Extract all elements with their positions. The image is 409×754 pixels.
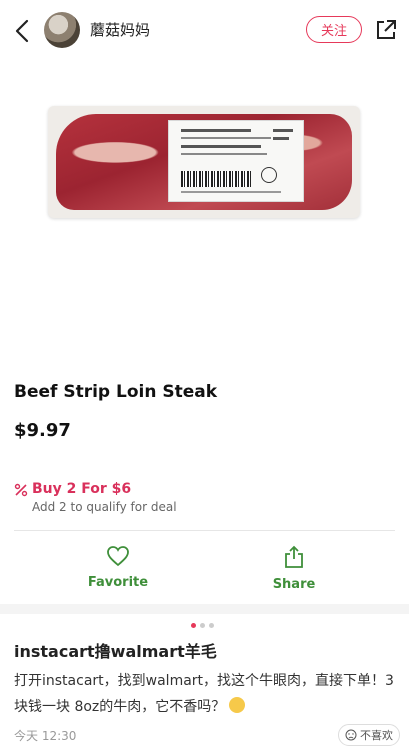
share-button[interactable]: Share xyxy=(249,545,339,592)
barcode xyxy=(181,171,251,187)
deal-title[interactable]: Buy 2 For $6 xyxy=(32,481,131,497)
product-price: $9.97 xyxy=(14,420,71,441)
sad-face-icon xyxy=(345,729,357,741)
favorite-label: Favorite xyxy=(87,575,149,590)
note-timestamp: 今天 12:30 xyxy=(14,729,77,743)
note-body-text: 打开instacart，找到walmart，找这个牛眼肉，直接下单！3块钱一块 … xyxy=(14,673,394,715)
carousel-dot[interactable] xyxy=(209,623,214,628)
share-up-icon xyxy=(285,545,303,568)
username[interactable]: 蘑菇妈妈 xyxy=(90,19,150,40)
deal-tag-icon xyxy=(14,483,28,497)
back-icon[interactable] xyxy=(12,18,34,44)
label-logo xyxy=(261,167,277,183)
section-separator xyxy=(0,604,409,614)
share-icon[interactable] xyxy=(374,18,398,42)
product-image[interactable] xyxy=(0,60,409,360)
emoji-icon xyxy=(229,697,246,713)
deal-subtitle: Add 2 to qualify for deal xyxy=(32,500,177,514)
package-label xyxy=(168,120,304,202)
carousel-dot[interactable] xyxy=(191,623,196,628)
top-bar: 蘑菇妈妈 关注 xyxy=(0,0,409,60)
note-title: instacart撸walmart羊毛 xyxy=(14,642,217,661)
favorite-button[interactable]: Favorite xyxy=(73,545,163,590)
steak-package xyxy=(48,106,360,218)
dislike-label: 不喜欢 xyxy=(360,729,393,742)
follow-button[interactable]: 关注 xyxy=(306,16,362,43)
dislike-button[interactable]: 不喜欢 xyxy=(338,724,400,746)
share-label: Share xyxy=(272,577,316,592)
avatar[interactable] xyxy=(44,12,80,48)
carousel-indicator xyxy=(191,623,214,628)
divider xyxy=(14,530,395,531)
product-title: Beef Strip Loin Steak xyxy=(14,382,218,402)
note-body: 打开instacart，找到walmart，找这个牛眼肉，直接下单！3块钱一块 … xyxy=(14,668,399,720)
heart-icon xyxy=(107,546,129,567)
carousel-dot[interactable] xyxy=(200,623,205,628)
